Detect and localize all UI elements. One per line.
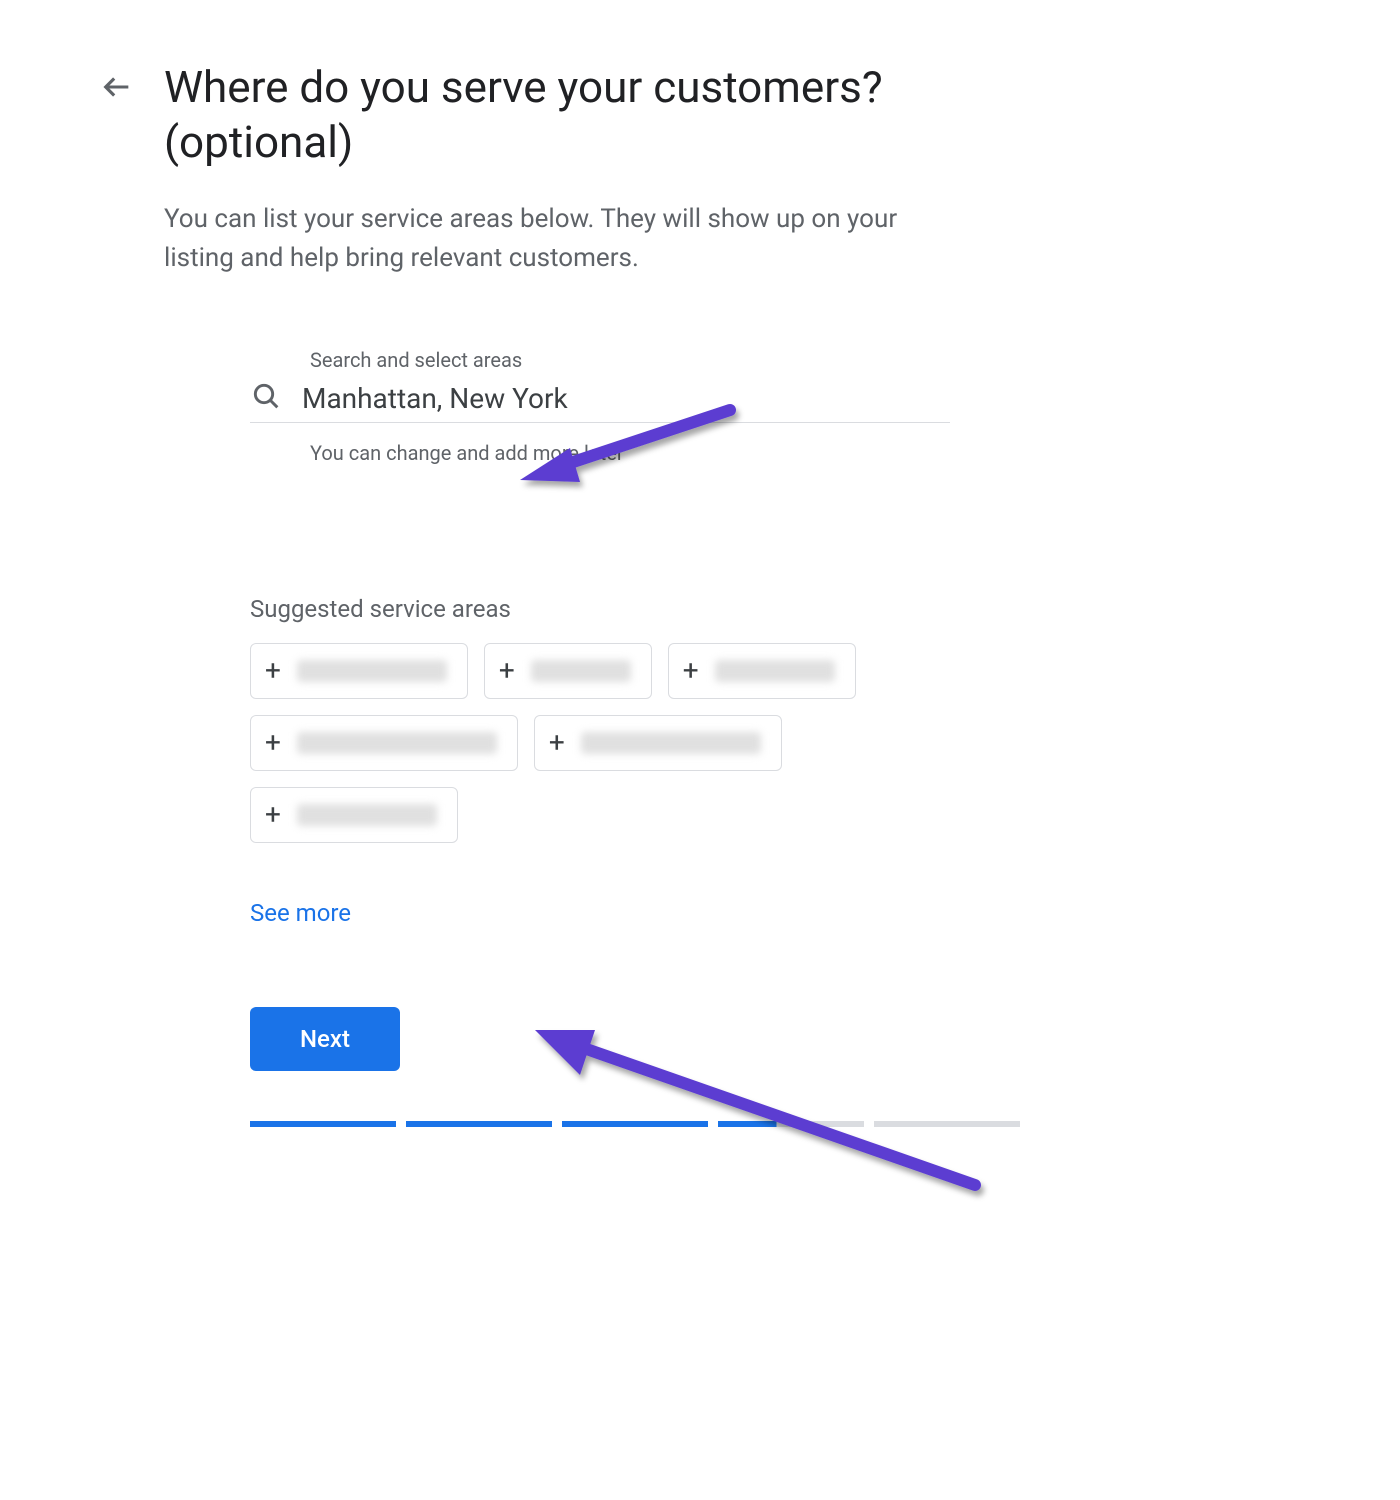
service-area-search-input[interactable] xyxy=(302,382,950,415)
back-arrow-icon xyxy=(100,70,134,104)
plus-icon: + xyxy=(549,729,565,757)
suggested-area-chip[interactable]: + xyxy=(250,715,518,771)
search-hint: You can change and add more later xyxy=(310,441,950,465)
progress-segment xyxy=(874,1121,1020,1127)
suggested-area-label-blurred xyxy=(531,660,631,682)
suggested-area-chip[interactable]: + xyxy=(250,643,468,699)
suggested-area-chip[interactable]: + xyxy=(668,643,856,699)
suggested-area-label-blurred xyxy=(581,732,761,754)
suggested-area-label-blurred xyxy=(297,804,437,826)
suggested-area-label-blurred xyxy=(715,660,835,682)
plus-icon: + xyxy=(265,729,281,757)
search-label: Search and select areas xyxy=(310,348,950,372)
plus-icon: + xyxy=(683,657,699,685)
progress-segment xyxy=(562,1121,708,1127)
plus-icon: + xyxy=(265,801,281,829)
plus-icon: + xyxy=(265,657,281,685)
suggestions-title: Suggested service areas xyxy=(250,595,950,623)
progress-segment xyxy=(406,1121,552,1127)
page-subtitle: You can list your service areas below. T… xyxy=(164,200,944,278)
suggested-area-chip[interactable]: + xyxy=(484,643,652,699)
back-button[interactable] xyxy=(100,70,134,108)
progress-segment xyxy=(718,1121,864,1127)
suggested-area-label-blurred xyxy=(297,732,497,754)
suggested-area-chip[interactable]: + xyxy=(534,715,782,771)
suggested-area-label-blurred xyxy=(297,660,447,682)
see-more-link[interactable]: See more xyxy=(250,899,351,927)
next-button[interactable]: Next xyxy=(250,1007,400,1071)
page-title: Where do you serve your customers? (opti… xyxy=(164,60,950,170)
progress-segment xyxy=(250,1121,396,1127)
search-area-block: Search and select areas You can change a… xyxy=(250,348,950,465)
progress-bar xyxy=(250,1121,1020,1127)
suggested-area-chip[interactable]: + xyxy=(250,787,458,843)
search-icon xyxy=(250,380,282,416)
plus-icon: + xyxy=(499,657,515,685)
